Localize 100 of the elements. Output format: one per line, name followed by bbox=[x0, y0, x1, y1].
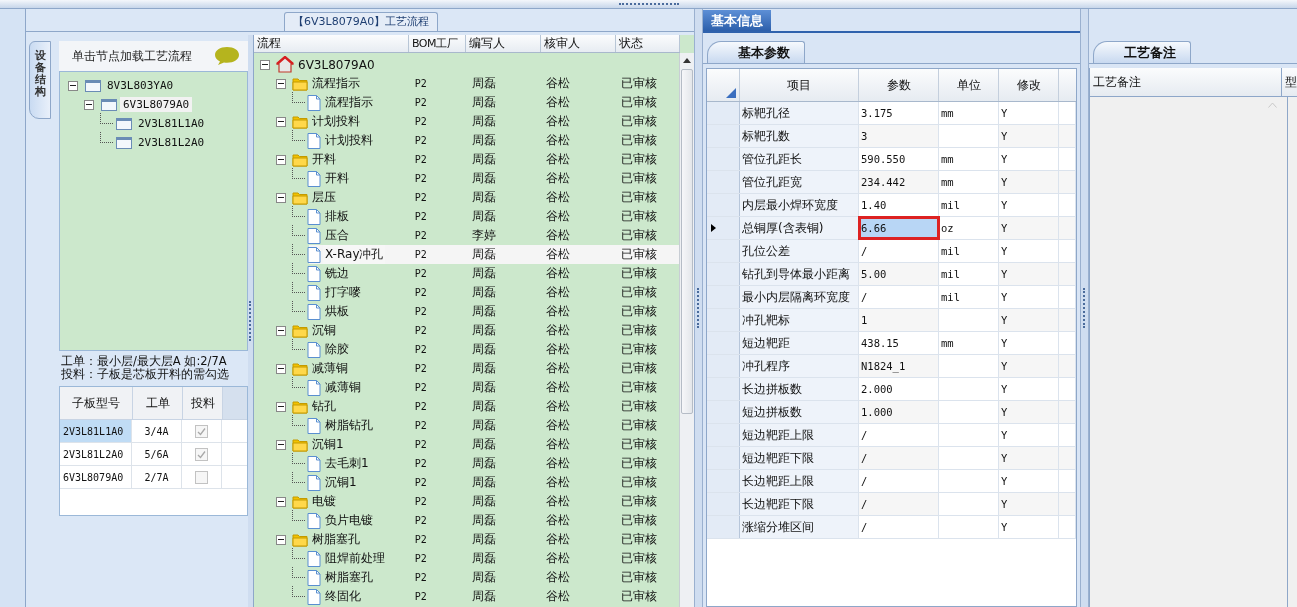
tree-item[interactable]: 流程指示 bbox=[323, 93, 375, 112]
table-cell: Y bbox=[1001, 521, 1008, 533]
scroll-thumb[interactable] bbox=[681, 69, 693, 414]
tree-item[interactable]: X-Ray冲孔 bbox=[323, 245, 386, 264]
table-cell: 谷松 bbox=[546, 151, 571, 168]
tree-item[interactable]: 钻孔 bbox=[310, 397, 338, 416]
tab[interactable]: 基本参数 bbox=[707, 41, 805, 63]
collapse-icon[interactable] bbox=[276, 192, 286, 203]
tree-item[interactable]: 打字嘜 bbox=[323, 283, 363, 302]
tree-item[interactable]: 排板 bbox=[323, 207, 351, 226]
collapse-icon[interactable] bbox=[276, 401, 286, 412]
table-cell: 谷松 bbox=[546, 94, 571, 111]
tree-item[interactable]: 树脂塞孔 bbox=[323, 568, 375, 587]
table-cell: 谷松 bbox=[546, 417, 571, 434]
tree-item[interactable]: 阻焊前处理 bbox=[323, 549, 387, 568]
column-header[interactable]: 项目 bbox=[740, 69, 859, 101]
collapse-icon[interactable] bbox=[276, 154, 286, 165]
tree-item[interactable]: 终固化 bbox=[323, 587, 363, 606]
collapse-icon[interactable] bbox=[276, 439, 286, 450]
tree-item[interactable]: 去毛刺1 bbox=[323, 454, 371, 473]
tree-item[interactable]: 开料 bbox=[310, 150, 338, 169]
tree-item[interactable]: 树脂钻孔 bbox=[323, 416, 375, 435]
tree-item[interactable]: 沉铜1 bbox=[310, 435, 346, 454]
tree-item[interactable]: 减薄铜 bbox=[310, 359, 350, 378]
tree-item[interactable]: 铣边 bbox=[323, 264, 351, 283]
table-cell: Y bbox=[1001, 199, 1008, 211]
checkbox[interactable] bbox=[195, 470, 208, 484]
table-cell: mil bbox=[941, 245, 960, 257]
table-cell: 谷松 bbox=[546, 531, 571, 548]
column-header[interactable]: 参数 bbox=[859, 69, 939, 101]
column-header[interactable]: 编写人 bbox=[466, 35, 541, 52]
checkbox[interactable] bbox=[195, 447, 208, 461]
collapse-icon[interactable] bbox=[276, 78, 286, 89]
collapse-icon[interactable] bbox=[276, 496, 286, 507]
column-header[interactable]: 型 bbox=[1282, 68, 1297, 96]
table-cell: 管位孔距宽 bbox=[742, 173, 802, 191]
tree-item[interactable]: 压合 bbox=[323, 226, 351, 245]
table-cell: 已审核 bbox=[621, 208, 658, 225]
collapse-icon[interactable] bbox=[84, 99, 94, 110]
tree-item[interactable]: 烘板 bbox=[323, 302, 351, 321]
scrollbar[interactable] bbox=[679, 53, 694, 607]
tree-item[interactable]: 电镀 bbox=[310, 492, 338, 511]
table-cell: P2 bbox=[414, 325, 427, 336]
row-header[interactable] bbox=[707, 217, 740, 239]
note-text: 工单：最小层/最大层A 如:2/7A bbox=[61, 355, 228, 368]
tree-item[interactable]: 6V3L8079A0 bbox=[120, 97, 193, 112]
table-cell: P2 bbox=[414, 154, 427, 165]
tree-item[interactable]: 2V3L81L2A0 bbox=[135, 135, 208, 150]
tab[interactable]: 工艺备注 bbox=[1093, 41, 1191, 63]
column-header[interactable]: 子板型号 bbox=[60, 387, 133, 419]
collapse-icon[interactable] bbox=[276, 534, 286, 545]
side-tab[interactable]: 设备结构 bbox=[29, 41, 51, 120]
table-cell: 2.000 bbox=[861, 383, 893, 395]
column-header[interactable]: 工艺备注 bbox=[1090, 68, 1282, 96]
tree-item[interactable]: 除胶 bbox=[323, 340, 351, 359]
table-cell: 周磊 bbox=[471, 398, 496, 415]
tree-item[interactable]: 开料 bbox=[323, 169, 351, 188]
splitter-grip[interactable] bbox=[1083, 288, 1086, 328]
tab[interactable]: 基本信息 bbox=[703, 10, 771, 31]
table-cell: 已审核 bbox=[621, 170, 658, 187]
tree-item[interactable]: 负片电镀 bbox=[323, 511, 375, 530]
tree-item[interactable]: 2V3L81L1A0 bbox=[135, 116, 208, 131]
column-header[interactable]: BOM工厂 bbox=[409, 35, 466, 52]
table-cell: 周磊 bbox=[471, 189, 496, 206]
table-cell: 6V3L8079A0 bbox=[60, 466, 132, 488]
scroll-up-icon[interactable] bbox=[1268, 102, 1277, 108]
document-icon bbox=[307, 132, 321, 149]
collapse-icon[interactable] bbox=[276, 363, 286, 374]
table-cell: 已审核 bbox=[621, 227, 658, 244]
tree-item[interactable]: 层压 bbox=[310, 188, 338, 207]
tree-item[interactable]: 计划投料 bbox=[323, 131, 375, 150]
splitter-grip[interactable] bbox=[697, 288, 700, 328]
table-cell: 周磊 bbox=[471, 265, 496, 282]
collapse-icon[interactable] bbox=[276, 116, 286, 127]
table-cell: P2 bbox=[414, 97, 427, 108]
collapse-icon[interactable] bbox=[68, 80, 78, 91]
column-header[interactable]: 修改 bbox=[999, 69, 1059, 101]
tree-item[interactable]: 6V3L8079A0 bbox=[296, 56, 377, 73]
column-header[interactable]: 状态 bbox=[616, 35, 680, 52]
tree-item[interactable]: 计划投料 bbox=[310, 112, 362, 131]
table-cell: 周磊 bbox=[471, 588, 496, 605]
tree-item[interactable]: 沉铜 bbox=[310, 321, 338, 340]
table-cell: 周磊 bbox=[471, 341, 496, 358]
collapse-icon[interactable] bbox=[276, 325, 286, 336]
column-header[interactable]: 工单 bbox=[133, 387, 183, 419]
table-cell: 已审核 bbox=[621, 398, 658, 415]
table-cell: 周磊 bbox=[471, 417, 496, 434]
collapse-icon[interactable] bbox=[260, 59, 270, 70]
column-header[interactable]: 单位 bbox=[939, 69, 999, 101]
tree-item[interactable]: 树脂塞孔 bbox=[310, 530, 362, 549]
tree-item[interactable]: 沉铜1 bbox=[323, 473, 359, 492]
table-cell: P2 bbox=[414, 382, 427, 393]
column-header[interactable]: 流程 bbox=[254, 35, 409, 52]
tree-item[interactable]: 减薄铜 bbox=[323, 378, 363, 397]
tree-item[interactable]: 8V3L803YA0 bbox=[104, 78, 177, 93]
column-header[interactable]: 核审人 bbox=[541, 35, 616, 52]
tree-item[interactable]: 流程指示 bbox=[310, 74, 362, 93]
panel-title: 【6V3L8079A0】工艺流程 bbox=[284, 12, 439, 31]
folder-icon bbox=[292, 437, 308, 452]
checkbox[interactable] bbox=[195, 424, 208, 438]
